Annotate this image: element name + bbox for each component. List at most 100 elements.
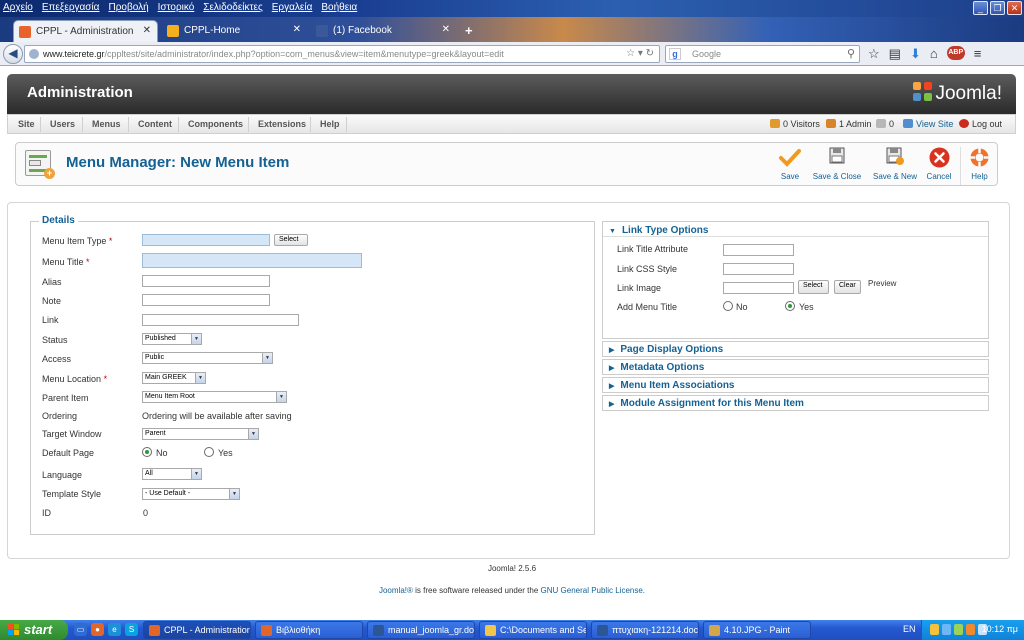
link-field[interactable] (142, 314, 299, 326)
task-documents-folder[interactable]: C:\Documents and Se... (479, 621, 587, 639)
label-default-page: Default Page (42, 448, 95, 458)
select-image-button[interactable]: Select (798, 280, 829, 294)
menu-site[interactable]: Site (18, 119, 35, 129)
default-no-label: No (156, 448, 168, 458)
clear-image-button[interactable]: Clear (834, 280, 861, 294)
disk-icon (809, 147, 865, 168)
home-icon[interactable]: ⌂ (930, 46, 938, 62)
logout-label[interactable]: Log out (972, 119, 1002, 129)
network-icon[interactable] (942, 624, 951, 635)
disk-plus-icon (867, 147, 923, 168)
download-icon[interactable]: ⬇ (910, 46, 921, 62)
word-icon (373, 625, 384, 636)
label-link-css-style: Link CSS Style (617, 264, 678, 274)
tab-close-icon[interactable]: ✕ (143, 25, 151, 36)
volume-icon[interactable] (966, 624, 975, 635)
tab-cppl-administration[interactable]: CPPL - Administration ✕ (13, 20, 158, 42)
menu-extensions[interactable]: Extensions (258, 119, 306, 129)
task-paint[interactable]: 4.10.JPG - Paint (703, 621, 811, 639)
select-type-button[interactable]: Select (274, 234, 308, 246)
add-title-yes-radio[interactable] (785, 301, 795, 311)
new-tab-icon[interactable]: + (465, 23, 473, 38)
link-image-field[interactable] (723, 282, 794, 294)
menu-users[interactable]: Users (50, 119, 75, 129)
menu-view[interactable]: Προβολή (108, 2, 148, 13)
menu-menus[interactable]: Menus (92, 119, 121, 129)
access-select[interactable]: Public ▼ (142, 352, 273, 364)
messages-status[interactable]: 0 (876, 119, 894, 129)
start-label: start (24, 622, 53, 637)
tab-cppl-home[interactable]: CPPL-Home ✕ (162, 20, 307, 42)
adblock-icon[interactable]: ABP (946, 46, 965, 60)
back-icon[interactable]: ◀ (3, 44, 23, 64)
menu-item-associations-panel[interactable]: ▶ Menu Item Associations (602, 377, 989, 393)
shield-icon[interactable] (930, 624, 939, 635)
link-title-attribute-field[interactable] (723, 244, 794, 256)
menu-file[interactable]: Αρχείο (3, 2, 33, 13)
target-window-select[interactable]: Parent ▼ (142, 428, 259, 440)
menu-history[interactable]: Ιστορικό (158, 2, 195, 13)
task-cppl-administration[interactable]: CPPL - Administration... (143, 621, 251, 639)
default-no-radio[interactable] (142, 447, 152, 457)
link-css-style-field[interactable] (723, 263, 794, 275)
logout-link[interactable]: Log out (959, 119, 1002, 129)
menu-item-type-field[interactable] (142, 234, 270, 246)
menu-components[interactable]: Components (188, 119, 243, 129)
help-button[interactable]: Help (960, 147, 998, 185)
start-button[interactable]: start (0, 620, 68, 640)
note-field[interactable] (142, 294, 270, 306)
panel-title: Metadata Options (620, 362, 705, 373)
joomla-link[interactable]: Joomla!® (379, 586, 413, 595)
add-title-no-radio[interactable] (723, 301, 733, 311)
bookmark-star-icon[interactable]: ☆ (868, 46, 880, 62)
admin-header: Administration Joomla! (7, 74, 1016, 114)
save-new-button[interactable]: Save & New (867, 147, 923, 185)
ie-quick-icon[interactable]: e (108, 623, 121, 636)
menu-title-field[interactable] (142, 253, 362, 268)
link-type-options-header[interactable]: ▼ Link Type Options (609, 225, 708, 236)
view-site-link[interactable]: View Site (903, 119, 953, 129)
minimize-button[interactable]: _ (973, 1, 988, 15)
template-style-select[interactable]: - Use Default - ▼ (142, 488, 240, 500)
metadata-options-panel[interactable]: ▶ Metadata Options (602, 359, 989, 375)
save-close-button[interactable]: Save & Close (809, 147, 865, 185)
parent-item-select[interactable]: Menu Item Root ▼ (142, 391, 287, 403)
firefox-quick-icon[interactable]: ● (91, 623, 104, 636)
skype-quick-icon[interactable]: S (125, 623, 138, 636)
tray-app-icon[interactable] (954, 624, 963, 635)
tab-close-icon[interactable]: ✕ (442, 24, 450, 35)
tab-close-icon[interactable]: ✕ (293, 24, 301, 35)
search-icon[interactable]: ⚲ (847, 47, 855, 60)
menu-bookmarks[interactable]: Σελιδοδείκτες (203, 2, 262, 13)
task-library[interactable]: Βιβλιοθήκη (255, 621, 363, 639)
menu-help[interactable]: Βοήθεια (321, 2, 357, 13)
menu-edit[interactable]: Επεξεργασία (42, 2, 100, 13)
page-display-options-panel[interactable]: ▶ Page Display Options (602, 341, 989, 357)
task-manual-doc[interactable]: manual_joomla_gr.do... (367, 621, 475, 639)
tab-facebook[interactable]: (1) Facebook ✕ (311, 20, 456, 42)
template-style-value: - Use Default - (145, 490, 191, 497)
menu-content[interactable]: Content (138, 119, 172, 129)
search-bar[interactable]: g Google ⚲ (665, 45, 860, 63)
language-indicator[interactable]: EN (903, 624, 916, 634)
menu-tools[interactable]: Εργαλεία (272, 2, 313, 13)
menu-location-select[interactable]: Main GREEK ▼ (142, 372, 206, 384)
menu-hamburger-icon[interactable]: ≡ (974, 46, 982, 62)
language-select[interactable]: All ▼ (142, 468, 202, 480)
task-thesis-doc[interactable]: πτυχιακη-121214.doc... (591, 621, 699, 639)
reload-icon[interactable]: ☆ ▾ ↻ (626, 48, 654, 59)
show-desktop-icon[interactable]: ▭ (74, 623, 87, 636)
status-select[interactable]: Published ▼ (142, 333, 202, 345)
cancel-button[interactable]: Cancel (921, 147, 957, 185)
default-yes-radio[interactable] (204, 447, 214, 457)
tab-label: CPPL-Home (184, 25, 241, 36)
view-site-label[interactable]: View Site (916, 119, 953, 129)
gpl-link[interactable]: GNU General Public License. (541, 586, 646, 595)
url-bar[interactable]: www.teicrete.gr/cppltest/site/administra… (24, 45, 660, 63)
menu-help-joomla[interactable]: Help (320, 119, 340, 129)
restore-button[interactable]: ❐ (990, 1, 1005, 15)
window-close-button[interactable]: ✕ (1007, 1, 1022, 15)
alias-field[interactable] (142, 275, 270, 287)
module-assignment-panel[interactable]: ▶ Module Assignment for this Menu Item (602, 395, 989, 411)
bookmarks-list-icon[interactable]: ▤ (889, 46, 901, 62)
